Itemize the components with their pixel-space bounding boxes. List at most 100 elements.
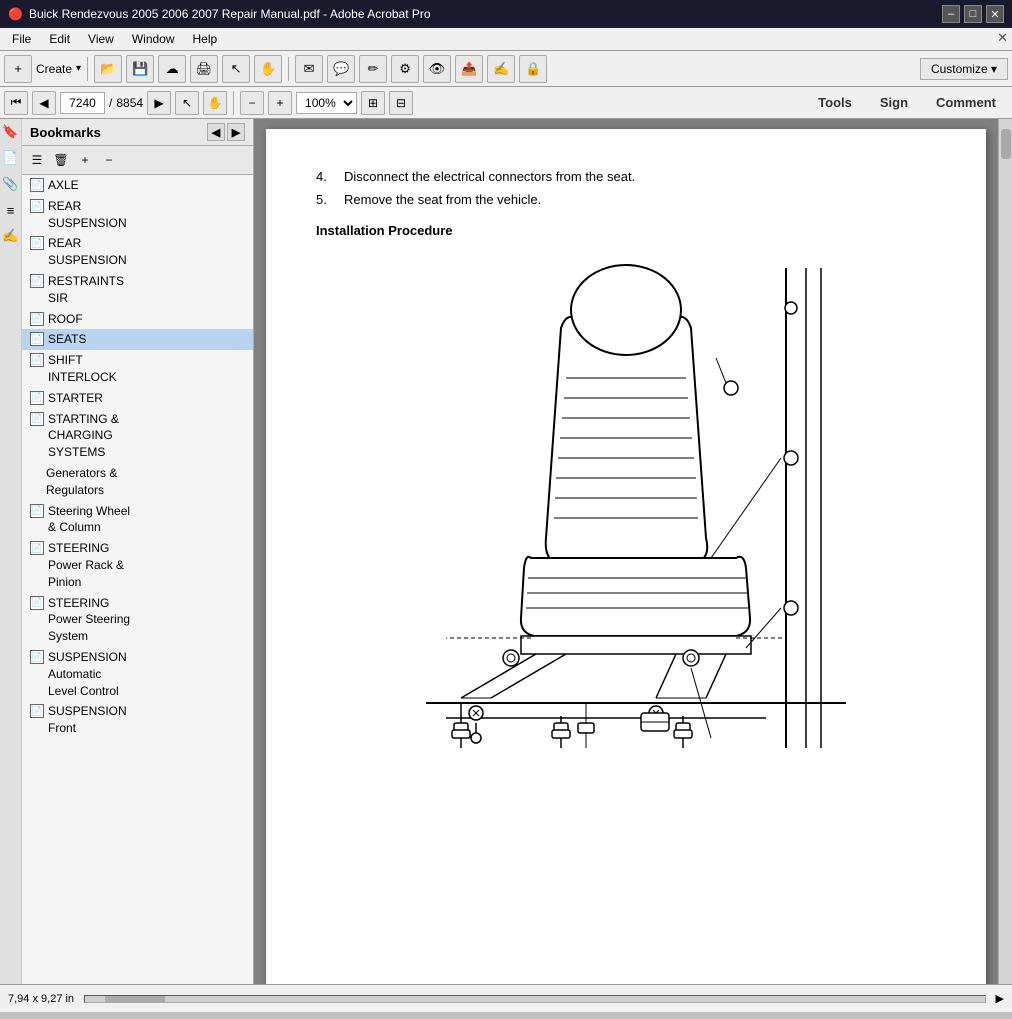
sign-btn[interactable]: ✍ bbox=[487, 55, 515, 83]
cursor-tool[interactable]: ↖ bbox=[222, 55, 250, 83]
panel-tab-attachments-icon[interactable]: 📎 bbox=[2, 175, 20, 193]
total-pages: 8854 bbox=[116, 96, 143, 110]
page-separator: / bbox=[109, 96, 112, 110]
toolbar-create[interactable]: + bbox=[4, 55, 32, 83]
bookmark-steering-ps[interactable]: 📄 STEERINGPower SteeringSystem bbox=[22, 593, 253, 647]
sidebar-collapse-btn[interactable]: ▶ bbox=[227, 123, 245, 141]
bookmark-label-rear2: REARSUSPENSION bbox=[48, 235, 249, 269]
bookmark-steering-wheel[interactable]: 📄 Steering Wheel& Column bbox=[22, 501, 253, 539]
minimize-button[interactable]: – bbox=[942, 5, 960, 23]
create-icon: + bbox=[14, 61, 22, 76]
select-tool[interactable]: ↖ bbox=[175, 91, 199, 115]
pdf-page: 4. Disconnect the electrical connectors … bbox=[266, 129, 986, 984]
open-button[interactable]: 📂 bbox=[94, 55, 122, 83]
zoom-out[interactable]: − bbox=[240, 91, 264, 115]
panel-tab-layers-icon[interactable]: ≡ bbox=[2, 201, 20, 219]
bookmark-starting[interactable]: 📄 STARTING &CHARGINGSYSTEMS bbox=[22, 409, 253, 463]
bookmark-label-sw: Steering Wheel& Column bbox=[48, 503, 249, 537]
maximize-button[interactable]: □ bbox=[964, 5, 982, 23]
pdf-step-5: 5. Remove the seat from the vehicle. bbox=[316, 192, 936, 207]
menu-window[interactable]: Window bbox=[124, 30, 183, 48]
print-button[interactable]: 🖨 bbox=[190, 55, 218, 83]
sign-button[interactable]: Sign bbox=[868, 92, 920, 113]
sidebar-expand-all-btn[interactable]: + bbox=[74, 149, 96, 171]
main-toolbar: + Create ▾ 📂 💾 ☁ 🖨 ↖ ✋ ✉ 💬 ✏ ⚙ 👁 📤 ✍ 🔒 C… bbox=[0, 51, 1012, 87]
create-label[interactable]: Create bbox=[36, 62, 72, 76]
customize-label: Customize ▾ bbox=[931, 62, 997, 76]
comment-tool[interactable]: 💬 bbox=[327, 55, 355, 83]
menu-view[interactable]: View bbox=[80, 30, 122, 48]
sidebar-delete-btn[interactable]: 🗑 bbox=[50, 149, 72, 171]
h-scroll-thumb[interactable] bbox=[105, 996, 165, 1002]
bookmark-label-shift: SHIFTINTERLOCK bbox=[48, 352, 249, 386]
left-panel-tabs: 🔖 📄 📎 ≡ ✍ bbox=[0, 119, 22, 984]
sidebar-menu-btn[interactable]: ☰ bbox=[26, 149, 48, 171]
pdf-content-area[interactable]: 4. Disconnect the electrical connectors … bbox=[254, 119, 998, 984]
fit-page[interactable]: ⊟ bbox=[389, 91, 413, 115]
hand-tool[interactable]: ✋ bbox=[254, 55, 282, 83]
sidebar-expand-btn[interactable]: ◀ bbox=[207, 123, 225, 141]
app-icon: 🔴 bbox=[8, 7, 23, 21]
bookmark-icon-front: 📄 bbox=[30, 704, 44, 718]
separator-1 bbox=[87, 57, 88, 81]
status-bar: 7,94 x 9,27 in ▶ bbox=[0, 984, 1012, 1012]
pdf-step-4: 4. Disconnect the electrical connectors … bbox=[316, 169, 936, 184]
bookmark-shift[interactable]: 📄 SHIFTINTERLOCK bbox=[22, 350, 253, 388]
email-button[interactable]: ✉ bbox=[295, 55, 323, 83]
page-number-input[interactable] bbox=[60, 92, 105, 114]
menu-file[interactable]: File bbox=[4, 30, 39, 48]
bookmark-steering-rack[interactable]: 📄 STEERINGPower Rack &Pinion bbox=[22, 538, 253, 592]
step-5-num: 5. bbox=[316, 192, 336, 207]
bookmark-suspension-auto[interactable]: 📄 SUSPENSIONAutomaticLevel Control bbox=[22, 647, 253, 701]
bookmark-roof[interactable]: 📄 ROOF bbox=[22, 309, 253, 330]
fit-width[interactable]: ⊞ bbox=[361, 91, 385, 115]
bookmark-rear-susp-2[interactable]: 📄 REARSUSPENSION bbox=[22, 233, 253, 271]
bookmark-seats[interactable]: 📄 SEATS bbox=[22, 329, 253, 350]
settings-btn[interactable]: ⚙ bbox=[391, 55, 419, 83]
zoom-in[interactable]: + bbox=[268, 91, 292, 115]
scroll-thumb[interactable] bbox=[1001, 129, 1011, 159]
bookmark-starter[interactable]: 📄 STARTER bbox=[22, 388, 253, 409]
title-bar-left: 🔴 Buick Rendezvous 2005 2006 2007 Repair… bbox=[8, 7, 431, 21]
nav-prev[interactable]: ◀ bbox=[32, 91, 56, 115]
zoom-selector[interactable]: 100% 75% 125% 150% bbox=[296, 92, 357, 114]
protect-btn[interactable]: 🔒 bbox=[519, 55, 547, 83]
panel-tab-bookmarks-icon[interactable]: 🔖 bbox=[2, 123, 20, 141]
save-button[interactable]: 💾 bbox=[126, 55, 154, 83]
hand-tool-nav[interactable]: ✋ bbox=[203, 91, 227, 115]
bookmark-generators[interactable]: Generators &Regulators bbox=[22, 463, 253, 501]
nav-next[interactable]: ▶ bbox=[147, 91, 171, 115]
review-btn[interactable]: 👁 bbox=[423, 55, 451, 83]
tools-button[interactable]: Tools bbox=[806, 92, 864, 113]
bookmark-icon-restraints: 📄 bbox=[30, 274, 44, 288]
bookmark-suspension-front[interactable]: 📄 SUSPENSIONFront bbox=[22, 701, 253, 739]
sidebar-header: Bookmarks ◀ ▶ bbox=[22, 119, 253, 146]
panel-tab-signatures-icon[interactable]: ✍ bbox=[2, 227, 20, 245]
comment-button[interactable]: Comment bbox=[924, 92, 1008, 113]
bookmark-axle[interactable]: 📄 AXLE bbox=[22, 175, 253, 196]
panel-tab-pages-icon[interactable]: 📄 bbox=[2, 149, 20, 167]
horizontal-scrollbar[interactable] bbox=[84, 995, 985, 1003]
bookmark-restraints[interactable]: 📄 RESTRAINTSSIR bbox=[22, 271, 253, 309]
vertical-scrollbar[interactable] bbox=[998, 119, 1012, 984]
send-btn[interactable]: 📤 bbox=[455, 55, 483, 83]
close-button[interactable]: ✕ bbox=[986, 5, 1004, 23]
markup-tool[interactable]: ✏ bbox=[359, 55, 387, 83]
sidebar-collapse-all-btn[interactable]: − bbox=[98, 149, 120, 171]
close-panel-btn[interactable]: ✕ bbox=[997, 30, 1008, 48]
bookmark-icon-seats: 📄 bbox=[30, 332, 44, 346]
cloud-button[interactable]: ☁ bbox=[158, 55, 186, 83]
bookmark-icon-rack: 📄 bbox=[30, 541, 44, 555]
bookmark-icon-sw: 📄 bbox=[30, 504, 44, 518]
bookmark-rear-susp-1[interactable]: 📄 REARSUSPENSION bbox=[22, 196, 253, 234]
step-4-num: 4. bbox=[316, 169, 336, 184]
nav-first[interactable]: ⏮ bbox=[4, 91, 28, 115]
customize-button[interactable]: Customize ▾ bbox=[920, 58, 1008, 80]
create-dropdown-icon[interactable]: ▾ bbox=[76, 63, 81, 74]
nav-toolbar: ⏮ ◀ / 8854 ▶ ↖ ✋ − + 100% 75% 125% 150% … bbox=[0, 87, 1012, 119]
menu-help[interactable]: Help bbox=[185, 30, 226, 48]
menu-edit[interactable]: Edit bbox=[41, 30, 78, 48]
bookmark-icon-shift: 📄 bbox=[30, 353, 44, 367]
window-title: Buick Rendezvous 2005 2006 2007 Repair M… bbox=[29, 7, 431, 21]
seat-diagram-svg bbox=[346, 258, 906, 758]
